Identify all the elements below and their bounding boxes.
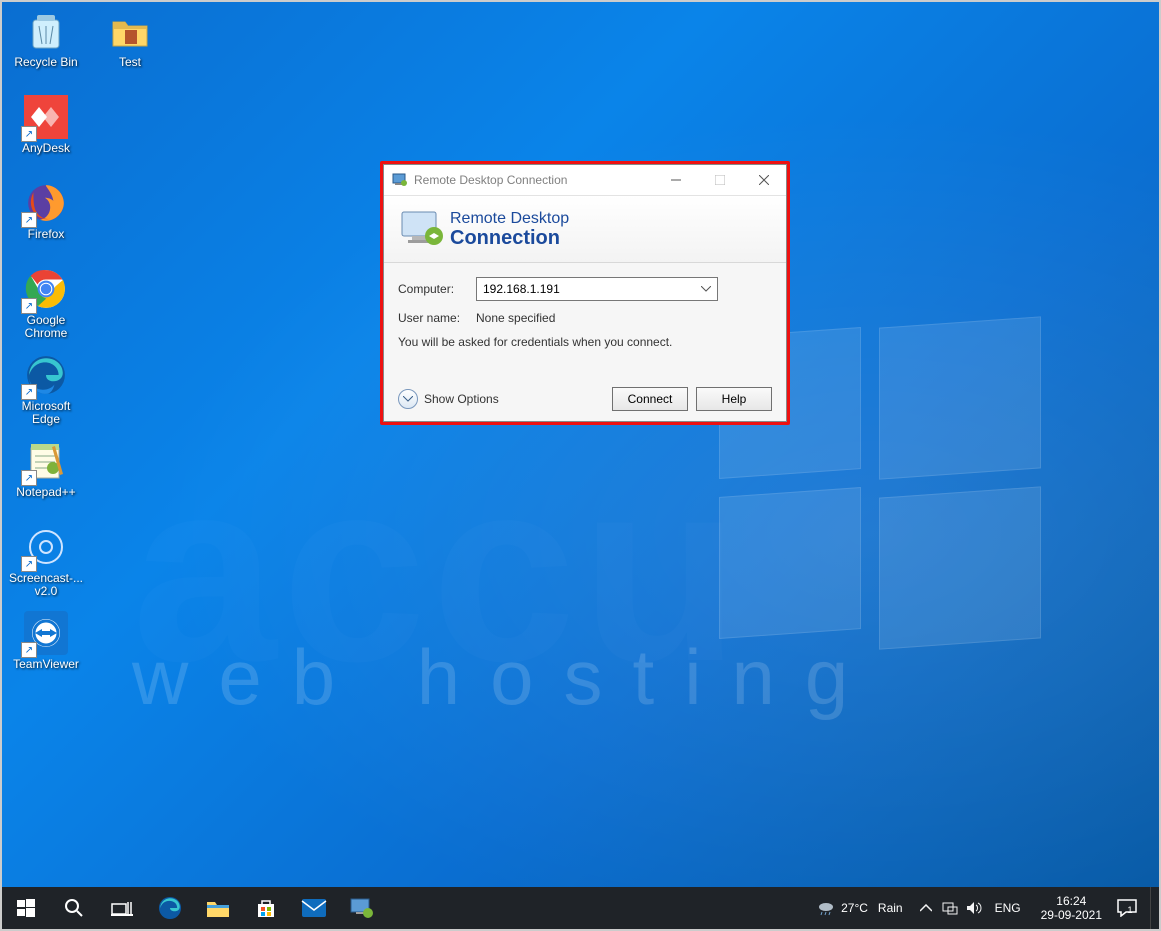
rdc-banner-icon bbox=[398, 208, 440, 250]
highlight-frame: Remote Desktop Connection Remote Desktop… bbox=[380, 161, 790, 425]
tray-time: 16:24 bbox=[1041, 894, 1102, 908]
computer-combo[interactable]: 192.168.1.191 bbox=[476, 277, 718, 301]
desktop-icon-notepadpp[interactable]: ↗ Notepad++ bbox=[8, 438, 84, 518]
close-button[interactable] bbox=[742, 165, 786, 195]
weather-cond: Rain bbox=[878, 901, 903, 915]
tray-volume-icon[interactable] bbox=[965, 899, 983, 917]
desktop-icon-anydesk[interactable]: ↗ AnyDesk bbox=[8, 94, 84, 174]
taskbar-explorer-icon[interactable] bbox=[194, 887, 242, 929]
taskbar-mail-icon[interactable] bbox=[290, 887, 338, 929]
tray-language[interactable]: ENG bbox=[989, 901, 1027, 915]
minimize-button[interactable] bbox=[654, 165, 698, 195]
desktop[interactable]: accu web hosting Recycle Bin ↗ AnyDesk ↗… bbox=[2, 2, 1159, 887]
desktop-icon-label: Notepad++ bbox=[16, 486, 75, 499]
title-bar[interactable]: Remote Desktop Connection bbox=[384, 165, 786, 196]
chevron-down-icon bbox=[398, 389, 418, 409]
taskbar-edge-icon[interactable] bbox=[146, 887, 194, 929]
banner-line2: Connection bbox=[450, 228, 569, 248]
banner-line1: Remote Desktop bbox=[450, 210, 569, 228]
desktop-icon-edge[interactable]: ↗ Microsoft Edge bbox=[8, 352, 84, 432]
weather-widget[interactable]: 27°C Rain bbox=[817, 899, 903, 917]
tray-network-icon[interactable] bbox=[941, 899, 959, 917]
tray-clock[interactable]: 16:24 29-09-2021 bbox=[1033, 894, 1110, 922]
watermark-sub: web hosting bbox=[132, 632, 878, 723]
task-view-button[interactable] bbox=[98, 887, 146, 929]
rdc-app-icon bbox=[392, 172, 408, 188]
help-button[interactable]: Help bbox=[696, 387, 772, 411]
connect-button[interactable]: Connect bbox=[612, 387, 688, 411]
taskbar[interactable]: 27°C Rain ENG 16:24 29-09-2021 1 bbox=[2, 887, 1159, 929]
desktop-icon-label: Test bbox=[119, 56, 141, 69]
credentials-hint: You will be asked for credentials when y… bbox=[398, 335, 772, 349]
taskbar-rdc-icon[interactable] bbox=[338, 887, 386, 929]
desktop-icon-screencast[interactable]: ↗ Screencast-... v2.0 bbox=[8, 524, 84, 604]
desktop-icon-chrome[interactable]: ↗ Google Chrome bbox=[8, 266, 84, 346]
desktop-icon-label: Google Chrome bbox=[8, 314, 84, 340]
computer-value: 192.168.1.191 bbox=[483, 282, 560, 296]
desktop-icon-label: AnyDesk bbox=[22, 142, 70, 155]
rdc-banner: Remote Desktop Connection bbox=[384, 196, 786, 263]
weather-icon bbox=[817, 899, 835, 917]
show-options-label: Show Options bbox=[424, 392, 499, 406]
chevron-down-icon[interactable] bbox=[699, 282, 713, 296]
username-value: None specified bbox=[476, 311, 555, 325]
username-label: User name: bbox=[398, 311, 466, 325]
rdc-window[interactable]: Remote Desktop Connection Remote Desktop… bbox=[383, 164, 787, 422]
desktop-icon-label: Microsoft Edge bbox=[8, 400, 84, 426]
desktop-icon-label: Firefox bbox=[28, 228, 65, 241]
search-button[interactable] bbox=[50, 887, 98, 929]
window-title: Remote Desktop Connection bbox=[414, 173, 654, 187]
start-button[interactable] bbox=[2, 887, 50, 929]
desktop-icon-test-folder[interactable]: Test bbox=[92, 8, 168, 88]
desktop-icon-recycle-bin[interactable]: Recycle Bin bbox=[8, 8, 84, 88]
desktop-icon-label: Screencast-... v2.0 bbox=[8, 572, 84, 598]
show-options-toggle[interactable]: Show Options bbox=[398, 389, 499, 409]
taskbar-store-icon[interactable] bbox=[242, 887, 290, 929]
desktop-icon-teamviewer[interactable]: ↗ TeamViewer bbox=[8, 610, 84, 690]
maximize-button[interactable] bbox=[698, 165, 742, 195]
notif-count: 1 bbox=[1127, 905, 1132, 915]
tray-chevron-up-icon[interactable] bbox=[917, 899, 935, 917]
desktop-icon-label: Recycle Bin bbox=[14, 56, 77, 69]
show-desktop-button[interactable] bbox=[1150, 887, 1157, 929]
action-center-button[interactable]: 1 bbox=[1116, 887, 1144, 929]
desktop-icon-label: TeamViewer bbox=[13, 658, 79, 671]
desktop-icon-firefox[interactable]: ↗ Firefox bbox=[8, 180, 84, 260]
computer-label: Computer: bbox=[398, 282, 466, 296]
weather-temp: 27°C bbox=[841, 901, 868, 915]
tray-date: 29-09-2021 bbox=[1041, 908, 1102, 922]
